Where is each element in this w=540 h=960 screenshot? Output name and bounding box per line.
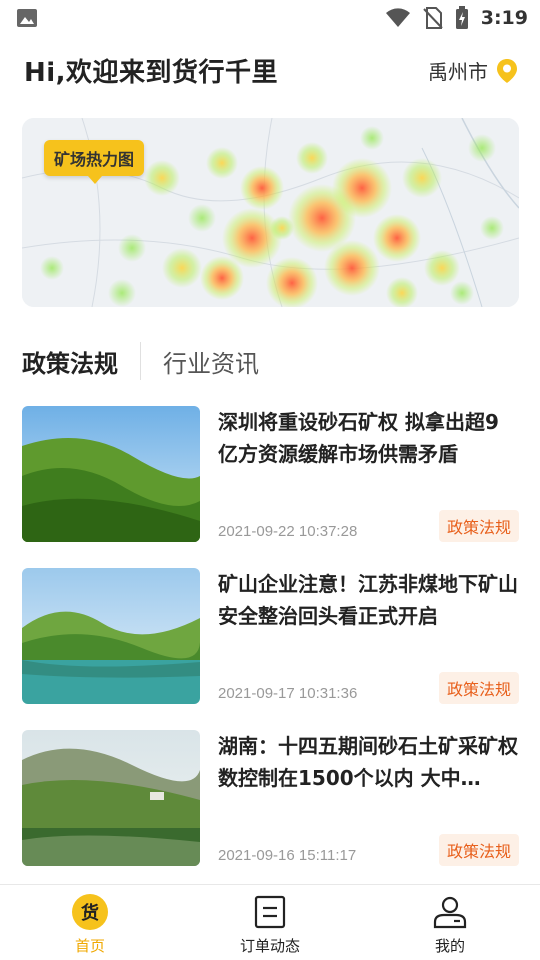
news-item[interactable]: 湖南：十四五期间砂石土矿采矿权数控制在1500个以内 大中… 2021-09-1… bbox=[22, 730, 519, 866]
nav-home[interactable]: 货 首页 bbox=[0, 885, 180, 960]
gallery-notification-icon bbox=[16, 8, 38, 28]
nav-mine-label: 我的 bbox=[434, 937, 465, 955]
tab-industry-news[interactable]: 行业资讯 bbox=[163, 344, 259, 379]
news-title: 湖南：十四五期间砂石土矿采矿权数控制在1500个以内 大中… bbox=[218, 734, 518, 790]
wifi-icon bbox=[385, 8, 410, 27]
news-item[interactable]: 深圳将重设砂石矿权 拟拿出超9亿方资源缓解市场供需矛盾 2021-09-22 1… bbox=[22, 406, 519, 542]
news-date: 2021-09-22 10:37:28 bbox=[218, 523, 358, 540]
user-icon bbox=[431, 893, 469, 931]
status-bar: 3:19 bbox=[0, 0, 540, 36]
location-pin-icon bbox=[497, 58, 517, 83]
city-name: 禹州市 bbox=[428, 60, 488, 84]
home-icon: 货 bbox=[71, 893, 109, 931]
status-time: 3:19 bbox=[480, 7, 528, 29]
status-icons: 3:19 bbox=[385, 5, 528, 31]
tab-divider bbox=[140, 342, 141, 380]
nav-orders[interactable]: 订单动态 bbox=[180, 885, 360, 960]
news-tabs: 政策法规 行业资讯 bbox=[22, 340, 259, 382]
news-title: 矿山企业注意！江苏非煤地下矿山安全整治回头看正式开启 bbox=[218, 572, 518, 628]
news-category-badge: 政策法规 bbox=[438, 672, 519, 704]
news-date: 2021-09-16 15:11:17 bbox=[218, 847, 357, 864]
greeting-title: Hi,欢迎来到货行千里 bbox=[24, 58, 279, 88]
battery-charging-icon bbox=[455, 6, 468, 29]
nav-orders-label: 订单动态 bbox=[239, 937, 300, 955]
city-selector[interactable]: 禹州市 bbox=[428, 56, 518, 85]
bottom-navigation: 货 首页 订单动态 我的 bbox=[0, 884, 540, 960]
order-document-icon bbox=[251, 893, 289, 931]
heatmap-tag: 矿场热力图 bbox=[44, 140, 145, 184]
nav-home-label: 首页 bbox=[74, 937, 105, 955]
news-thumbnail bbox=[22, 406, 200, 542]
news-thumbnail bbox=[22, 568, 200, 704]
news-title: 深圳将重设砂石矿权 拟拿出超9亿方资源缓解市场供需矛盾 bbox=[218, 410, 499, 466]
news-thumbnail bbox=[22, 730, 200, 866]
news-item[interactable]: 矿山企业注意！江苏非煤地下矿山安全整治回头看正式开启 2021-09-17 10… bbox=[22, 568, 519, 704]
nav-mine[interactable]: 我的 bbox=[360, 885, 540, 960]
home-badge: 货 bbox=[72, 894, 108, 930]
news-category-badge: 政策法规 bbox=[438, 834, 519, 866]
news-date: 2021-09-17 10:31:36 bbox=[218, 685, 358, 702]
tab-policy[interactable]: 政策法规 bbox=[22, 344, 118, 379]
mine-heatmap-banner[interactable]: 矿场热力图 bbox=[22, 118, 519, 307]
no-sim-icon bbox=[423, 7, 443, 29]
news-category-badge: 政策法规 bbox=[438, 510, 519, 542]
